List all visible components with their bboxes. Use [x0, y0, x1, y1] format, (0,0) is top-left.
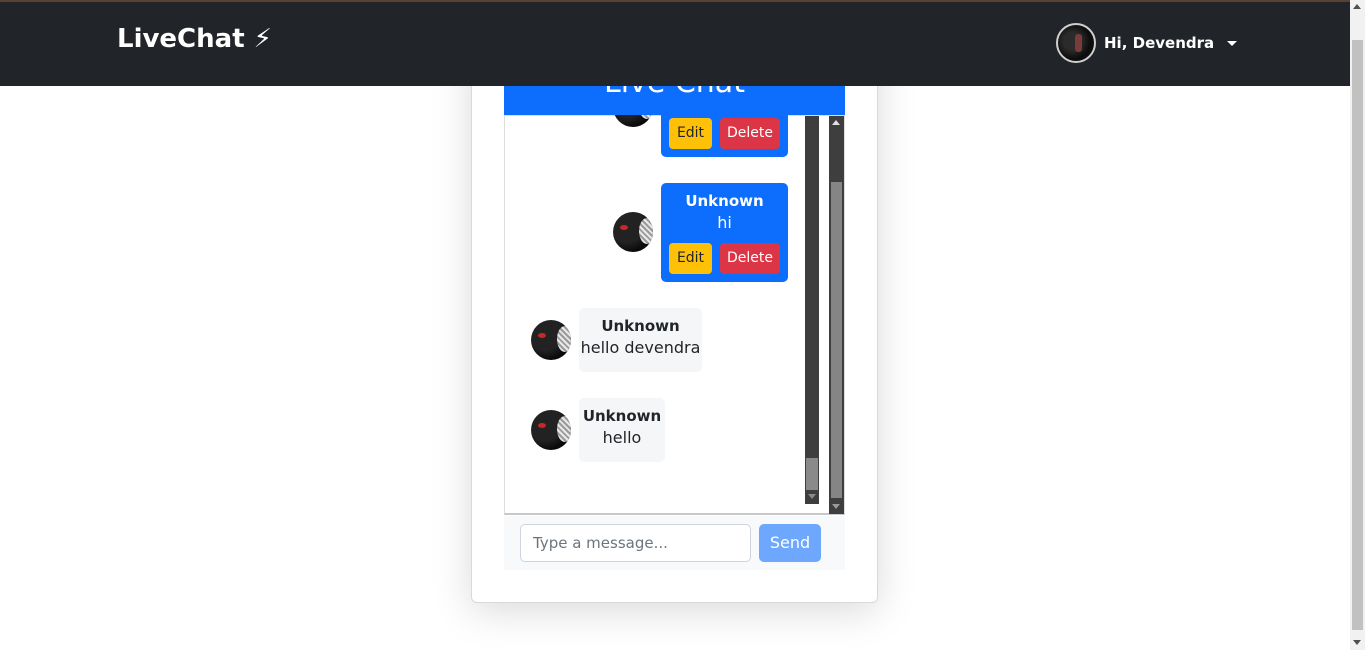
navbar: LiveChat ⚡ Hi, Devendra — [0, 2, 1350, 86]
user-greeting: Hi, Devendra — [1104, 34, 1215, 52]
scroll-down-arrow-icon[interactable] — [1353, 640, 1361, 645]
brand-logo[interactable]: LiveChat ⚡ — [117, 24, 272, 54]
message-bubble-incoming: Unknown hello devendra — [579, 308, 702, 372]
message-sender: Unknown — [582, 407, 662, 425]
page-scrollbar[interactable] — [1350, 0, 1365, 650]
message-sender: Unknown — [601, 317, 680, 335]
user-menu-toggle[interactable]: Hi, Devendra — [1056, 22, 1238, 64]
scrollbar-thumb[interactable] — [1352, 40, 1363, 630]
message-input[interactable] — [520, 524, 751, 562]
edit-button[interactable]: Edit — [669, 118, 712, 149]
messages-outer-scrollbar[interactable] — [829, 116, 844, 514]
avatar — [613, 212, 653, 252]
avatar — [531, 320, 571, 360]
scroll-up-arrow-icon[interactable] — [832, 120, 840, 125]
delete-button[interactable]: Delete — [720, 243, 780, 274]
user-avatar — [1056, 23, 1096, 63]
scroll-up-arrow-icon[interactable] — [1353, 4, 1361, 9]
message-text: hi — [717, 213, 732, 232]
messages-scrollbar[interactable] — [805, 116, 819, 504]
send-button[interactable]: Send — [759, 524, 821, 562]
delete-button[interactable]: Delete — [720, 118, 780, 149]
chevron-down-icon — [1227, 40, 1238, 46]
scrollbar-thumb[interactable] — [806, 458, 818, 490]
scrollbar-thumb[interactable] — [831, 182, 842, 498]
avatar — [531, 410, 571, 450]
message-text: hello devendra — [580, 338, 701, 357]
edit-button[interactable]: Edit — [669, 243, 712, 274]
scroll-down-arrow-icon[interactable] — [808, 494, 816, 499]
message-sender: Unknown — [685, 192, 764, 210]
message-text: hello — [602, 428, 642, 447]
message-bubble-incoming: Unknown hello — [579, 398, 665, 462]
scroll-down-arrow-icon[interactable] — [832, 504, 840, 509]
